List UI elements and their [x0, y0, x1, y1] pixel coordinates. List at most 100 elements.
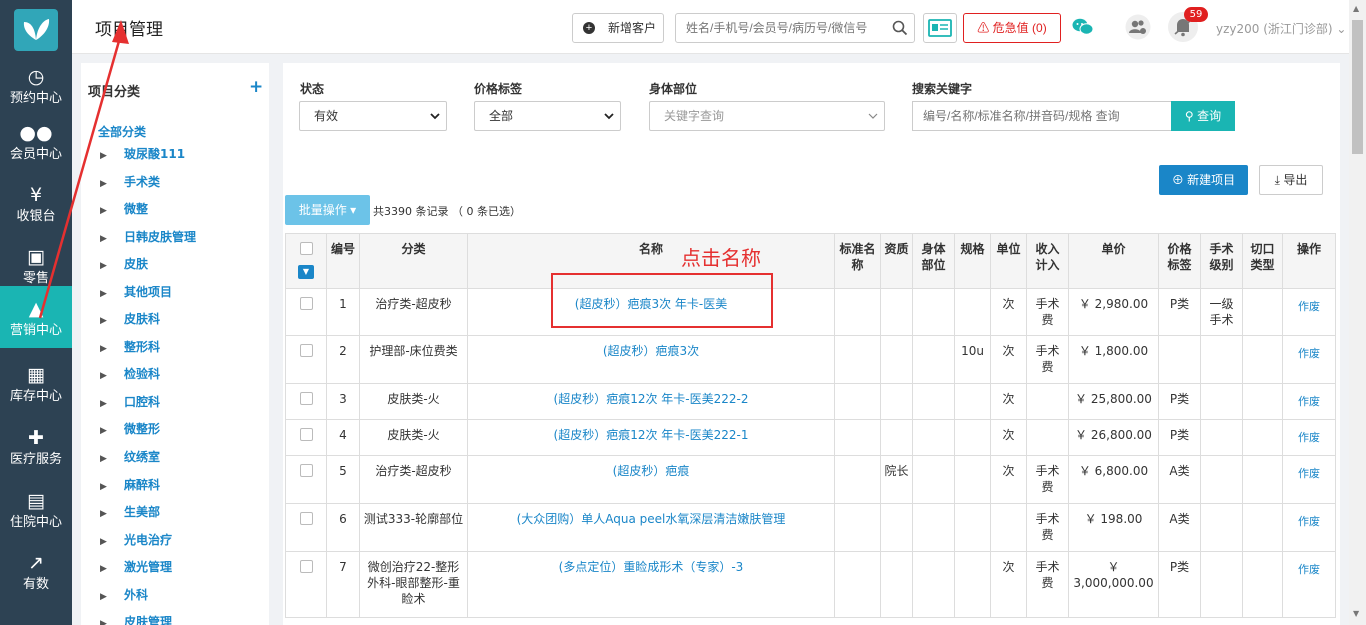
void-link[interactable]: 作废: [1282, 419, 1336, 456]
table-cell: 7: [326, 551, 360, 618]
table-body: 1 治疗类-超皮秒 (超皮秒）疤痕3次 年卡-医美次手术费 ￥ 2,980.00 P类一…: [285, 288, 1336, 618]
table-cell: P类: [1158, 288, 1201, 336]
nav-cashier[interactable]: ¥ 收银台: [0, 172, 72, 234]
table-cell: [912, 551, 955, 618]
table-cell: [880, 383, 913, 420]
row-checkbox[interactable]: [299, 428, 313, 441]
search-icon[interactable]: [892, 20, 908, 36]
table-cell: [954, 455, 991, 504]
select-all-checkbox[interactable]: [299, 242, 313, 255]
user-menu[interactable]: yzy200 (浙江门诊部) ⌄: [1216, 20, 1346, 37]
annotation-box: [551, 273, 773, 328]
void-link[interactable]: 作废: [1282, 503, 1336, 552]
caret-right-icon: ▶: [100, 591, 107, 602]
table-cell: 次: [990, 288, 1027, 336]
add-category-button[interactable]: +: [249, 77, 263, 97]
caret-right-icon: ▶: [100, 261, 107, 272]
annotation-text: 点击名称: [681, 246, 761, 270]
nav-marketing[interactable]: ▲ 营销中心: [0, 286, 72, 348]
row-checkbox[interactable]: [299, 512, 313, 525]
category-item[interactable]: ▶ 检验科: [100, 361, 196, 389]
item-name-link[interactable]: (超皮秒）疤痕: [467, 455, 835, 504]
category-item[interactable]: ▶ 其他项目: [100, 279, 196, 307]
new-item-button[interactable]: ⊕ 新建项目: [1159, 165, 1248, 195]
scroll-up-icon[interactable]: ▲: [1353, 4, 1359, 13]
category-item[interactable]: ▶ 皮肤管理: [100, 609, 196, 625]
id-card-icon[interactable]: [923, 13, 957, 43]
wechat-icon[interactable]: [1072, 17, 1094, 37]
item-name-link[interactable]: (大众团购）单人Aqua peel水氧深层清洁嫩肤管理: [467, 503, 835, 552]
category-item[interactable]: ▶ 手术类: [100, 169, 196, 197]
keyword-search-input[interactable]: [912, 101, 1171, 131]
new-customer-button[interactable]: + 新增客户: [572, 13, 664, 43]
caret-down-icon[interactable]: ▼: [298, 265, 314, 279]
download-icon: ⤓: [1274, 173, 1280, 187]
status-select[interactable]: 有效: [299, 101, 447, 131]
table-cell: 微创治疗22-整形外科-眼部整形-重睑术: [359, 551, 468, 618]
category-item[interactable]: ▶ 皮肤: [100, 251, 196, 279]
critical-value-button[interactable]: ⚠ 危急值 (0): [963, 13, 1061, 43]
export-button[interactable]: ⤓ 导出: [1259, 165, 1323, 195]
left-nav: ◷ 预约中心 ●● 会员中心 ¥ 收银台 ▣ 零售 ▲ 营销中心 ▦ 库存中心 …: [0, 0, 72, 625]
scroll-down-icon[interactable]: ▼: [1353, 609, 1359, 618]
query-button[interactable]: ⚲ 查询: [1171, 101, 1235, 131]
users-settings-icon[interactable]: [1124, 14, 1152, 40]
category-item[interactable]: ▶ 整形科: [100, 334, 196, 362]
nav-member[interactable]: ●● 会员中心: [0, 110, 72, 172]
col-header: 编号: [326, 233, 360, 289]
category-all[interactable]: 全部分类: [98, 123, 146, 140]
item-name-link[interactable]: (超皮秒）疤痕12次 年卡-医美222-2: [467, 383, 835, 420]
row-checkbox[interactable]: [299, 560, 313, 573]
category-item[interactable]: ▶ 微整形: [100, 416, 196, 444]
table-row: 3 皮肤类-火 (超皮秒）疤痕12次 年卡-医美222-2 次 ￥ 25,800.00 P…: [285, 383, 1336, 420]
category-item[interactable]: ▶ 生美部: [100, 499, 196, 527]
row-checkbox[interactable]: [299, 392, 313, 405]
row-checkbox[interactable]: [299, 297, 313, 310]
nav-inpatient[interactable]: ▤ 住院中心: [0, 478, 72, 540]
category-item[interactable]: ▶ 激光管理: [100, 554, 196, 582]
nav-medical[interactable]: ✚ 医疗服务: [0, 415, 72, 477]
category-item[interactable]: ▶ 口腔科: [100, 389, 196, 417]
page-scrollbar[interactable]: ▲ ▼: [1349, 0, 1366, 625]
body-part-select[interactable]: 关键字查询: [649, 101, 885, 131]
category-item[interactable]: ▶ 麻醉科: [100, 472, 196, 500]
app-logo[interactable]: [14, 9, 58, 51]
nav-inventory[interactable]: ▦ 库存中心: [0, 352, 72, 414]
table-cell: [912, 335, 955, 384]
item-name-link[interactable]: (超皮秒）疤痕3次: [467, 335, 835, 384]
void-link[interactable]: 作废: [1282, 551, 1336, 618]
category-item[interactable]: ▶ 光电治疗: [100, 527, 196, 555]
item-name-link[interactable]: (多点定位）重睑成形术（专家）-3: [467, 551, 835, 618]
category-item[interactable]: ▶ 外科: [100, 582, 196, 610]
scroll-thumb[interactable]: [1352, 20, 1363, 154]
item-name-link[interactable]: (超皮秒）疤痕12次 年卡-医美222-1: [467, 419, 835, 456]
table-cell: [1026, 419, 1069, 456]
table-cell: ￥ 26,800.00: [1068, 419, 1159, 456]
void-link[interactable]: 作废: [1282, 335, 1336, 384]
category-item[interactable]: ▶ 日韩皮肤管理: [100, 224, 196, 252]
category-item[interactable]: ▶ 微整: [100, 196, 196, 224]
nav-appointment[interactable]: ◷ 预约中心: [0, 54, 72, 116]
row-checkbox[interactable]: [299, 344, 313, 357]
table-cell: ￥ 2,980.00: [1068, 288, 1159, 336]
table-cell: 治疗类-超皮秒: [359, 455, 468, 504]
table-cell: 手术费: [1026, 551, 1069, 618]
col-header: 标准名称: [834, 233, 881, 289]
nav-analytics[interactable]: ↗ 有数: [0, 540, 72, 602]
void-link[interactable]: 作废: [1282, 288, 1336, 336]
category-item[interactable]: ▶ 皮肤科: [100, 306, 196, 334]
category-item[interactable]: ▶ 纹绣室: [100, 444, 196, 472]
customer-search-input[interactable]: [676, 14, 886, 42]
price-tag-select[interactable]: 全部: [474, 101, 621, 131]
table-cell: [834, 383, 881, 420]
price-tag-label: 价格标签: [474, 82, 523, 96]
table-cell: [1200, 419, 1243, 456]
table-cell: [834, 503, 881, 552]
void-link[interactable]: 作废: [1282, 455, 1336, 504]
batch-operation-button[interactable]: 批量操作 ▾: [285, 195, 370, 225]
void-link[interactable]: 作废: [1282, 383, 1336, 420]
category-item[interactable]: ▶ 玻尿酸111: [100, 141, 196, 169]
col-header: 单价: [1068, 233, 1159, 289]
row-checkbox[interactable]: [299, 464, 313, 477]
caret-right-icon: ▶: [100, 233, 107, 244]
